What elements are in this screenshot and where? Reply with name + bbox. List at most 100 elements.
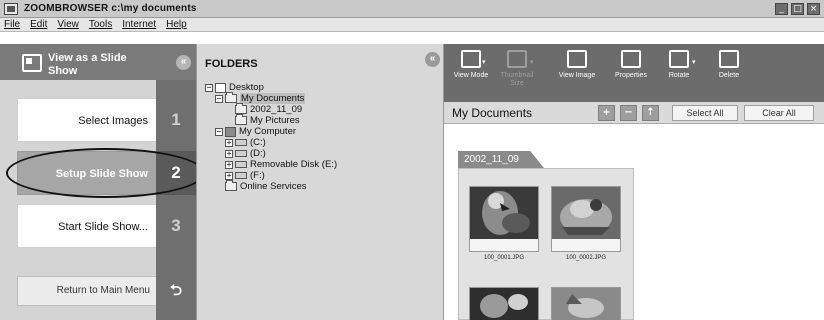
step-number-1: 1 [171, 110, 181, 129]
folder-group-tab[interactable]: 2002_11_09 [458, 151, 544, 168]
dropdown-arrow-icon[interactable]: ▾ [482, 58, 486, 66]
step-number-3: 3 [171, 216, 181, 235]
tree-item-my-computer[interactable]: − My Computer [215, 126, 337, 137]
expand-toggle[interactable]: + [225, 171, 233, 180]
tree-item-label: Desktop [229, 82, 264, 93]
tool-label: Delete [718, 72, 740, 79]
menu-help[interactable]: Help [166, 19, 187, 30]
expand-toggle[interactable]: + [225, 149, 233, 158]
folder-icon [235, 114, 247, 125]
maximize-button[interactable]: □ [791, 3, 804, 15]
tree-item-my-documents[interactable]: − My Documents [215, 92, 337, 104]
close-button[interactable]: × [807, 3, 820, 15]
tree-item-online-services[interactable]: Online Services [215, 180, 337, 192]
thumbnail-2[interactable] [551, 186, 621, 252]
dropdown-arrow-icon[interactable]: ▾ [530, 58, 534, 66]
tree-item-desktop[interactable]: − Desktop [205, 82, 337, 93]
tree-item-drive-c[interactable]: + (C:) [225, 137, 337, 148]
cd-drive-icon [235, 172, 247, 179]
return-label: Return to Main Menu [56, 285, 150, 296]
tree-item-label: 2002_11_09 [250, 104, 303, 115]
folder-group: 100_0001.JPG 100_0002.JPG [458, 168, 634, 320]
step-select-images[interactable]: Select Images [17, 98, 156, 142]
return-arrow-icon[interactable]: ⮌ [156, 276, 196, 306]
zoom-in-button[interactable]: + [598, 105, 615, 121]
delete-button[interactable]: Delete [706, 50, 752, 80]
thumbnail-4[interactable] [551, 287, 621, 320]
expand-toggle[interactable]: + [225, 138, 233, 147]
window-title: ZOOMBROWSER c:\my documents [24, 3, 197, 14]
drive-icon [235, 139, 247, 146]
dropdown-arrow-icon[interactable]: ▾ [692, 58, 696, 66]
collapse-task-panel-button[interactable]: « [176, 55, 191, 70]
thumbnail-size-icon [507, 50, 527, 68]
view-image-button[interactable]: View Image [554, 50, 600, 80]
removable-disk-icon [235, 161, 247, 168]
tool-label: View Mode [453, 72, 489, 79]
tool-label: Properties [615, 72, 647, 79]
menu-file[interactable]: File [4, 19, 20, 30]
view-image-icon [567, 50, 587, 68]
task-panel-header: View as a Slide Show « [0, 44, 196, 80]
tree-item-my-pictures[interactable]: My Pictures [235, 114, 337, 126]
highlight-ellipse [6, 148, 205, 198]
tree-item-label: Removable Disk (E:) [250, 159, 338, 170]
collapse-toggle[interactable]: − [205, 83, 213, 92]
tree-item-drive-d[interactable]: + (D:) [225, 148, 337, 159]
collapse-toggle[interactable]: − [215, 94, 223, 103]
tree-item-label: (D:) [250, 148, 266, 159]
properties-button[interactable]: Properties [608, 50, 654, 80]
thumbnail-size-button[interactable]: Thumbnail Size [494, 50, 540, 88]
tree-item-label: (F:) [250, 170, 265, 181]
folders-title: FOLDERS [205, 58, 258, 70]
tree-item-label: (C:) [250, 137, 266, 148]
zoom-out-button[interactable]: − [620, 105, 637, 121]
animal-image [552, 288, 620, 320]
minimize-button[interactable]: _ [775, 3, 788, 15]
menu-edit[interactable]: Edit [30, 19, 47, 30]
step-label: Start Slide Show... [58, 221, 148, 233]
window-controls: _ □ × [775, 3, 820, 15]
thumbnail-1[interactable] [469, 186, 539, 252]
up-folder-button[interactable]: ↑ [642, 105, 659, 121]
tree-item-label: My Documents [240, 93, 306, 104]
clear-all-button[interactable]: Clear All [744, 105, 814, 121]
rotate-icon [669, 50, 689, 68]
slide-show-icon [22, 54, 42, 72]
task-panel: View as a Slide Show « Select Images 1 S… [0, 44, 205, 320]
folder-icon [235, 103, 247, 114]
expand-toggle[interactable]: + [225, 160, 233, 169]
menu-internet[interactable]: Internet [122, 19, 156, 30]
thumbnail-3[interactable] [469, 287, 539, 320]
tree-item-label: Online Services [240, 181, 307, 192]
task-panel-title: View as a Slide Show [48, 52, 127, 77]
tree-item-2002-11-09[interactable]: 2002_11_09 [235, 103, 337, 115]
breadcrumb: My Documents [452, 106, 533, 120]
delete-icon [719, 50, 739, 68]
tree-item-label: My Computer [239, 126, 297, 137]
tool-label: Rotate [668, 72, 690, 79]
image-toolbar: View Mode ▾ Thumbnail Size ▾ View Image … [444, 44, 824, 102]
animal-image [470, 288, 538, 320]
tree-item-drive-f[interactable]: + (F:) [225, 170, 337, 181]
folder-open-icon [225, 92, 237, 103]
computer-icon [225, 126, 236, 137]
app-icon [4, 2, 18, 15]
folder-icon [225, 180, 237, 191]
tool-label: View Image [558, 72, 596, 79]
step-start-slide-show[interactable]: Start Slide Show... [17, 204, 156, 248]
menu-view[interactable]: View [57, 19, 79, 30]
tree-item-drive-e[interactable]: + Removable Disk (E:) [225, 159, 337, 170]
step-label: Select Images [78, 115, 148, 127]
view-mode-button[interactable]: View Mode [448, 50, 494, 80]
desktop-icon [215, 82, 226, 93]
thumbnail-filename: 100_0002.JPG [565, 255, 607, 261]
collapse-folders-button[interactable]: « [425, 52, 440, 67]
menu-tools[interactable]: Tools [89, 19, 112, 30]
folders-panel: FOLDERS « − Desktop − My Documents 2002_… [196, 44, 444, 320]
view-mode-icon [461, 50, 481, 68]
collapse-toggle[interactable]: − [215, 127, 223, 136]
select-all-button[interactable]: Select All [672, 105, 738, 121]
return-to-main-menu-button[interactable]: Return to Main Menu [17, 276, 156, 306]
bird-image [552, 187, 620, 239]
